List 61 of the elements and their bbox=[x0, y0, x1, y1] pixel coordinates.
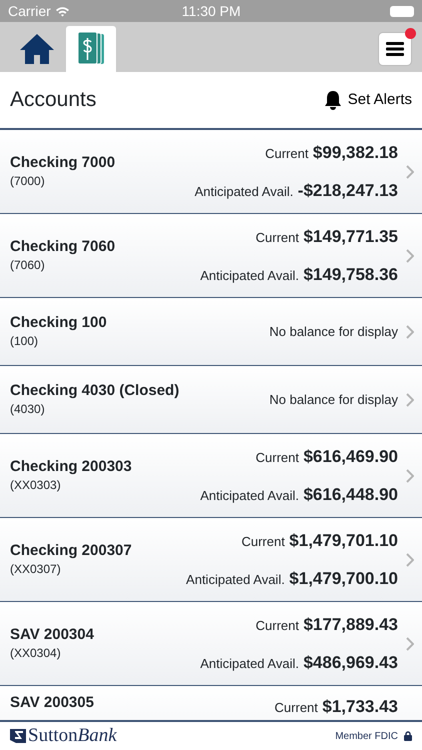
balance-label: Current bbox=[241, 534, 285, 548]
house-icon bbox=[19, 33, 55, 65]
fdic-label: Member FDIC bbox=[335, 730, 398, 744]
balance-amount: $177,889.43 bbox=[303, 614, 398, 634]
account-name: Checking 200307 bbox=[10, 542, 132, 560]
balance-amount: $1,479,700.10 bbox=[289, 568, 398, 588]
account-number: (XX0307) bbox=[10, 560, 62, 578]
balance-label: Current bbox=[256, 230, 299, 244]
account-name: Checking 100 bbox=[10, 314, 107, 332]
account-name: SAV 200304 bbox=[10, 626, 94, 644]
carrier-label: Carrier bbox=[8, 2, 51, 20]
bell-icon bbox=[324, 90, 342, 110]
balance-amount: $149,758.36 bbox=[303, 264, 398, 284]
menu-icon bbox=[386, 42, 404, 56]
account-name: Checking 200303 bbox=[10, 458, 132, 476]
account-number: (7000) bbox=[10, 172, 46, 190]
no-balance-message: No balance for display bbox=[269, 322, 398, 341]
dollar-cards-icon bbox=[77, 32, 105, 66]
battery-icon bbox=[390, 6, 414, 16]
balance-label: Current bbox=[256, 618, 299, 632]
set-alerts-button[interactable]: Set Alerts bbox=[324, 88, 412, 112]
accounts-tab[interactable] bbox=[66, 26, 116, 72]
flag-logo-icon bbox=[10, 728, 26, 744]
no-balance-message: No balance for display bbox=[269, 390, 398, 409]
chevron-icon bbox=[406, 392, 414, 406]
balance-label: Anticipated Avail. bbox=[200, 268, 299, 282]
balance-amount: $149,771.35 bbox=[303, 226, 398, 246]
page-title: Accounts bbox=[10, 87, 96, 113]
account-number: (7060) bbox=[10, 256, 46, 274]
account-name: Checking 4030 (Closed) bbox=[10, 382, 180, 400]
clock-time: 11:30 PM bbox=[182, 2, 241, 20]
balance-amount: $1,733.43 bbox=[322, 697, 398, 716]
balance-amount: $1,479,701.10 bbox=[289, 530, 398, 550]
chevron-icon bbox=[406, 248, 414, 262]
account-name: Checking 7000 bbox=[10, 154, 116, 172]
balance-label: Anticipated Avail. bbox=[200, 656, 299, 670]
chevron-icon bbox=[406, 468, 414, 482]
wifi-icon bbox=[54, 6, 70, 16]
chevron-icon bbox=[406, 324, 414, 338]
balance-amount: $616,448.90 bbox=[303, 484, 398, 504]
account-number: (XX0303) bbox=[10, 476, 62, 494]
account-number: (100) bbox=[10, 332, 40, 350]
account-number: (XX0304) bbox=[10, 644, 62, 662]
balance-label: Anticipated Avail. bbox=[194, 184, 294, 198]
chevron-icon bbox=[406, 164, 414, 178]
balance-amount: -$218,247.13 bbox=[298, 180, 398, 200]
chevron-icon bbox=[406, 636, 414, 650]
balance-amount: $486,969.43 bbox=[303, 652, 398, 672]
balance-amount: $99,382.18 bbox=[312, 142, 398, 162]
account-number: (4030) bbox=[10, 400, 46, 418]
account-name: Checking 7060 bbox=[10, 238, 116, 256]
balance-label: Current bbox=[256, 450, 299, 464]
account-name: SAV 200305 bbox=[10, 694, 94, 712]
lock-icon bbox=[404, 731, 412, 741]
balance-label: Current bbox=[274, 700, 318, 715]
bank-logo: SuttonBank bbox=[28, 724, 117, 748]
chevron-icon bbox=[406, 552, 414, 566]
balance-label: Current bbox=[265, 146, 308, 160]
balance-label: Anticipated Avail. bbox=[200, 488, 299, 502]
balance-amount: $616,469.90 bbox=[303, 446, 398, 466]
balance-label: Anticipated Avail. bbox=[186, 572, 285, 586]
